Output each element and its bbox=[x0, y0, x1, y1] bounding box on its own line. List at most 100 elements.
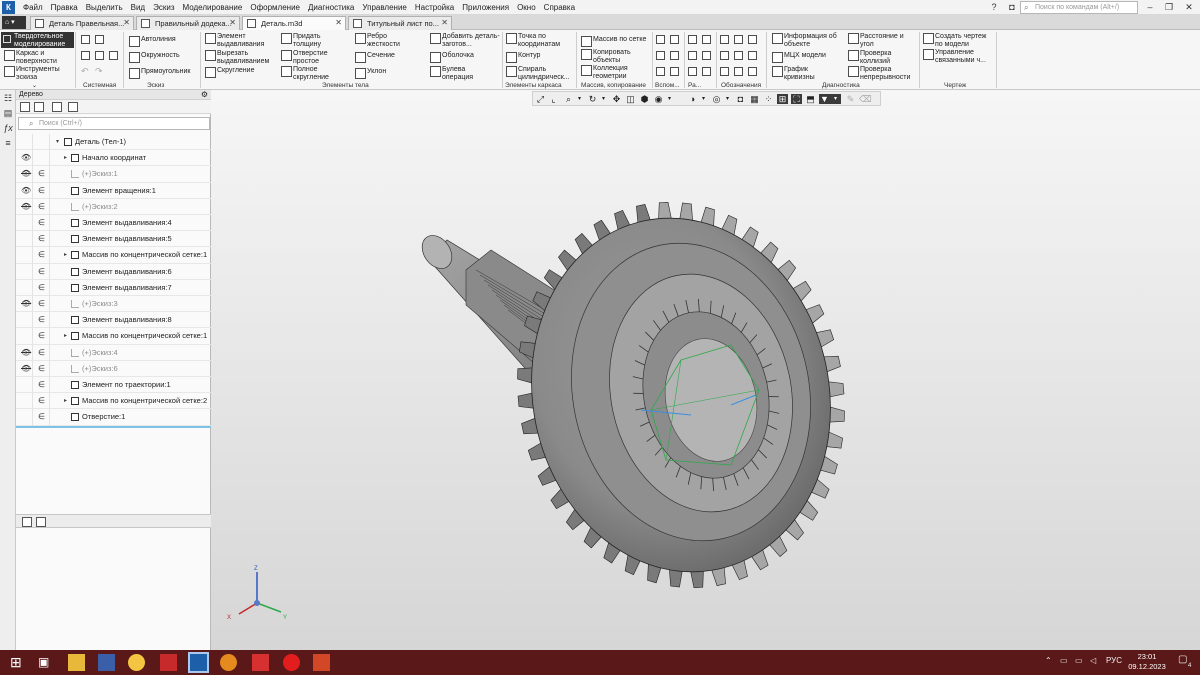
menu-item-8[interactable]: Управление bbox=[358, 3, 410, 12]
rectangle-button[interactable]: Прямоугольник bbox=[129, 68, 190, 79]
curvature-graph-button[interactable]: График кривизны bbox=[772, 66, 832, 81]
contour-button[interactable]: Контур bbox=[506, 52, 540, 63]
tree-structure-icon[interactable] bbox=[20, 102, 30, 112]
chevron-up-icon[interactable]: ⌃ bbox=[1045, 656, 1052, 665]
powerpoint-icon[interactable] bbox=[313, 654, 330, 671]
notifications-icon[interactable]: ▢ bbox=[1178, 654, 1187, 665]
tree-search-input[interactable]: ⌕ Поиск (Ctrl+/) bbox=[18, 117, 210, 130]
menu-item-5[interactable]: Моделирование bbox=[178, 3, 246, 12]
system-clock[interactable]: 23:01 09.12.2023 bbox=[1127, 652, 1167, 672]
volume-icon[interactable]: ◁ bbox=[1090, 656, 1096, 665]
tree-row[interactable]: 👁 ∈ Элемент вращения:1 bbox=[16, 183, 211, 199]
menu-item-12[interactable]: Справка bbox=[540, 3, 579, 12]
mode-solid-modeling[interactable]: Твердотельное моделирование bbox=[1, 32, 74, 48]
expand-icon[interactable]: ▸ bbox=[64, 393, 67, 409]
save-app-icon[interactable] bbox=[98, 654, 115, 671]
geometry-collection-button[interactable]: Коллекция геометрии bbox=[581, 65, 641, 80]
menu-item-11[interactable]: Окно bbox=[513, 3, 540, 12]
mode-frame-surfaces[interactable]: Каркас и поверхности bbox=[4, 50, 74, 65]
close-icon[interactable]: ✕ bbox=[335, 18, 342, 27]
rotate-icon[interactable]: ↻ bbox=[587, 94, 598, 104]
thread-icon[interactable] bbox=[720, 67, 729, 76]
chevron-down-icon[interactable]: ▾ bbox=[830, 94, 841, 104]
mass-properties-button[interactable]: МЦХ модели bbox=[772, 52, 826, 63]
menu-item-9[interactable]: Настройка bbox=[411, 3, 458, 12]
snap-icon[interactable]: ⁘ bbox=[763, 94, 774, 104]
autoline-button[interactable]: Автолиния bbox=[129, 36, 176, 47]
3d-viewport[interactable]: Z X Y bbox=[211, 90, 1200, 650]
variables-icon[interactable]: ƒx bbox=[3, 123, 13, 133]
rib-button[interactable]: Ребро жесткости bbox=[355, 33, 415, 48]
distance-angle-button[interactable]: Расстояние и угол bbox=[848, 33, 918, 48]
camera-icon[interactable]: ◘ bbox=[1003, 0, 1021, 15]
menu-item-4[interactable]: Эскиз bbox=[149, 3, 178, 12]
chevron-down-icon[interactable]: ▾ bbox=[664, 94, 675, 104]
language-indicator[interactable]: РУС bbox=[1106, 656, 1122, 665]
orientation-icon[interactable]: ◫ bbox=[625, 94, 636, 104]
tree-row[interactable]: 👁 ▸ Начало координат bbox=[16, 150, 211, 167]
eye-hidden-icon[interactable]: 👁 bbox=[21, 361, 31, 377]
close-window-button[interactable]: ✕ bbox=[1180, 0, 1198, 15]
eye-hidden-icon[interactable]: 👁 bbox=[21, 166, 31, 182]
tree-history-icon[interactable] bbox=[34, 102, 44, 112]
tree-row[interactable]: 👁 ∈ (+)Эскиз:4 bbox=[16, 345, 211, 361]
draft-button[interactable]: Уклон bbox=[355, 68, 386, 79]
bend-icon[interactable] bbox=[688, 67, 697, 76]
line-icon[interactable] bbox=[670, 51, 679, 60]
layout-icon[interactable] bbox=[702, 35, 711, 44]
chevron-down-icon[interactable]: ▾ bbox=[574, 94, 585, 104]
tree-root-row[interactable]: ▾ Деталь (Тел-1) bbox=[16, 134, 211, 151]
list-tab-icon[interactable] bbox=[36, 517, 46, 527]
command-search-input[interactable]: ⌕ Поиск по командам (Alt+/) bbox=[1020, 1, 1138, 14]
expand-icon[interactable]: ▸ bbox=[64, 247, 67, 263]
tree-row[interactable]: ∈ ▸ Массив по концентрической сетке:1 bbox=[16, 328, 211, 345]
axis-icon[interactable] bbox=[670, 35, 679, 44]
tab-detal-m3d[interactable]: Деталь.m3d ✕ bbox=[242, 16, 346, 30]
point-icon[interactable] bbox=[656, 51, 665, 60]
tree-row[interactable]: ∈ Элемент выдавливания:7 bbox=[16, 280, 211, 296]
eraser-icon[interactable]: ⌫ bbox=[859, 94, 872, 104]
copy-objects-button[interactable]: Копировать объекты bbox=[581, 49, 641, 64]
merge-icon[interactable] bbox=[702, 67, 711, 76]
point-by-coords-button[interactable]: Точка по координатам bbox=[506, 33, 576, 48]
filter-icon[interactable]: ▼ bbox=[819, 94, 830, 104]
manage-linked-drawings-button[interactable]: Управление связанными ч... bbox=[923, 49, 995, 64]
table-icon[interactable] bbox=[748, 67, 757, 76]
chevron-down-icon[interactable]: ▾ bbox=[598, 94, 609, 104]
add-blank-part-button[interactable]: Добавить деталь-заготов... bbox=[430, 33, 500, 48]
tree-panel-icon[interactable]: ☷ bbox=[3, 93, 13, 103]
eye-icon[interactable]: 👁 bbox=[21, 183, 31, 199]
tree-filter-icon[interactable] bbox=[52, 102, 62, 112]
measure-mode-icon[interactable]: ⊞ bbox=[777, 94, 788, 104]
tree-row[interactable]: 👁 ∈ (+)Эскиз:2 bbox=[16, 199, 211, 215]
task-view-icon[interactable]: ▣ bbox=[38, 654, 55, 671]
kompas-icon[interactable] bbox=[188, 652, 209, 673]
cylindrical-spiral-button[interactable]: Спираль цилиндрическ... bbox=[506, 66, 576, 81]
minimize-button[interactable]: – bbox=[1141, 0, 1159, 15]
hide-show-icon[interactable]: ◑ bbox=[687, 94, 698, 104]
edit-icon[interactable] bbox=[702, 51, 711, 60]
chevron-down-icon[interactable]: ▾ bbox=[698, 94, 709, 104]
tree-row[interactable]: 👁 ∈ (+)Эскиз:6 bbox=[16, 361, 211, 377]
display-mode-icon[interactable]: ◉ bbox=[653, 94, 664, 104]
menu-item-3[interactable]: Вид bbox=[127, 3, 149, 12]
layers-icon[interactable]: ≡ bbox=[3, 138, 13, 148]
eye-icon[interactable]: 👁 bbox=[21, 150, 31, 166]
zoom-fit-icon[interactable]: ⤢ bbox=[535, 94, 546, 104]
pan-icon[interactable]: ✥ bbox=[611, 94, 622, 104]
tree-row[interactable]: 👁 ∈ (+)Эскиз:1 bbox=[16, 166, 211, 183]
cut-extrude-button[interactable]: Вырезать выдавливанием bbox=[205, 50, 277, 65]
object-info-button[interactable]: Информация об объекте bbox=[772, 33, 844, 48]
cs-icon[interactable] bbox=[656, 67, 665, 76]
tree-row[interactable]: ∈ Отверстие:1 bbox=[16, 409, 211, 426]
tree-row[interactable]: ∈ Элемент выдавливания:4 bbox=[16, 215, 211, 232]
tree-row[interactable]: 👁 ∈ (+)Эскиз:3 bbox=[16, 296, 211, 313]
zoom-icon[interactable]: ⌕ bbox=[563, 94, 574, 104]
settings-icon[interactable] bbox=[109, 51, 118, 60]
boolean-button[interactable]: Булева операция bbox=[430, 66, 490, 81]
home-menu-button[interactable]: ⌂ ▾ bbox=[2, 16, 26, 29]
menu-item-6[interactable]: Оформление bbox=[246, 3, 304, 12]
chevron-down-icon[interactable]: ▾ bbox=[722, 94, 733, 104]
eye-hidden-icon[interactable]: 👁 bbox=[21, 296, 31, 312]
eye-hidden-icon[interactable]: 👁 bbox=[21, 199, 31, 215]
